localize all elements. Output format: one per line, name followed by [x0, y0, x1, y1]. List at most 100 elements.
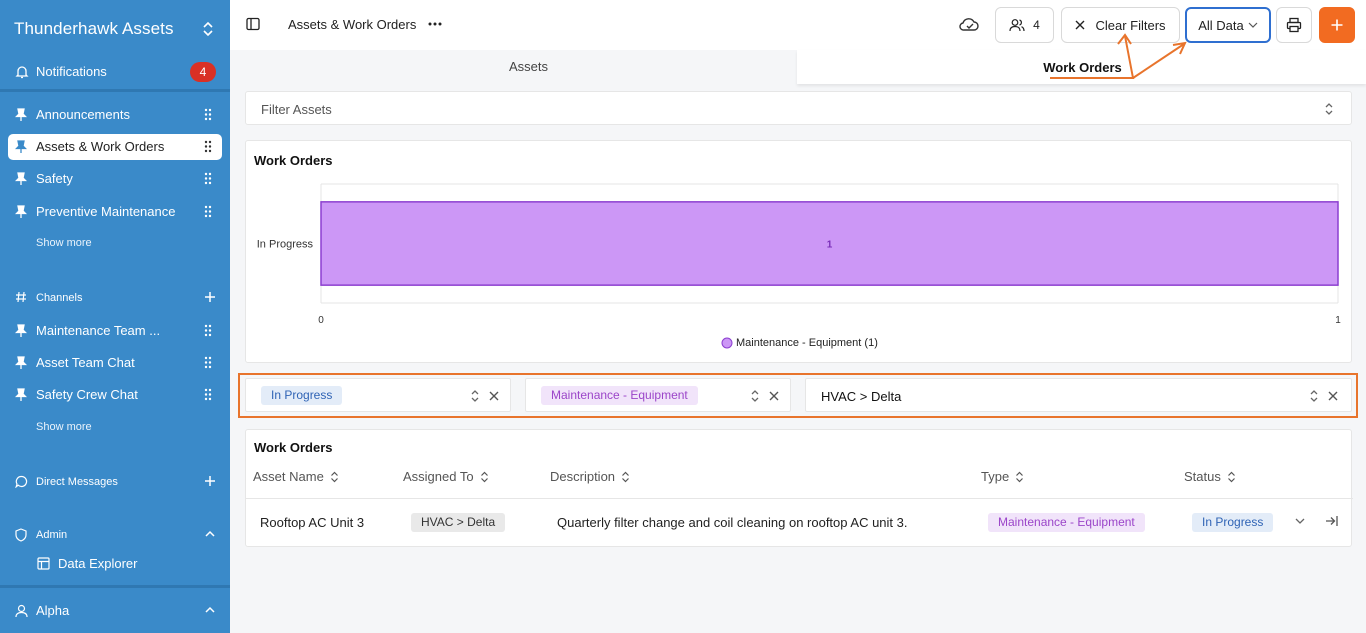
assigned-filter[interactable]: HVAC > Delta	[805, 378, 1352, 412]
chevron-updown-icon	[202, 21, 214, 37]
expand-row-icon[interactable]	[1295, 518, 1305, 525]
show-more-channels[interactable]: Show more	[36, 421, 92, 433]
cloud-sync-icon[interactable]	[958, 15, 980, 35]
cell-description: Quarterly filter change and coil cleanin…	[557, 515, 908, 530]
shield-icon	[15, 528, 27, 542]
drag-handle-icon[interactable]	[204, 324, 212, 337]
column-header-assigned-to[interactable]: Assigned To	[403, 469, 489, 484]
pin-icon	[15, 356, 27, 370]
open-detail-icon[interactable]	[1325, 515, 1338, 527]
chevron-updown-icon[interactable]	[1309, 389, 1319, 403]
sidebar-item-label: Safety	[36, 171, 73, 186]
y-tick-label: In Progress	[257, 239, 314, 251]
close-icon	[1075, 20, 1085, 30]
drag-handle-icon[interactable]	[204, 172, 212, 185]
sidebar-item-asset-team-chat[interactable]: Asset Team Chat	[8, 350, 222, 376]
add-button[interactable]	[1319, 7, 1355, 43]
data-scope-select[interactable]: All Data	[1185, 7, 1271, 43]
sort-icon	[622, 471, 629, 483]
drag-handle-icon[interactable]	[204, 140, 212, 153]
sidebar-item-data-explorer[interactable]: Data Explorer	[30, 551, 220, 577]
users-icon	[1009, 18, 1025, 32]
type-filter[interactable]: Maintenance - Equipment	[525, 378, 791, 412]
status-filter-chip: In Progress	[261, 386, 343, 405]
drag-handle-icon[interactable]	[204, 205, 212, 218]
assigned-filter-value: HVAC > Delta	[821, 389, 902, 404]
print-button[interactable]	[1276, 7, 1312, 43]
clear-filters-button[interactable]: Clear Filters	[1061, 7, 1180, 43]
sidebar-item-label: Preventive Maintenance	[36, 204, 176, 219]
work-orders-chart-card: Work Orders In Progress 1 0 1 Maintenance - …	[245, 140, 1352, 363]
table-icon	[37, 557, 50, 570]
sidebar-item-notifications[interactable]: Notifications 4	[8, 59, 222, 85]
tab-assets[interactable]: Assets	[245, 50, 812, 84]
sort-icon	[330, 471, 338, 483]
show-more-pinned[interactable]: Show more	[36, 237, 92, 249]
table-row[interactable]: Rooftop AC Unit 3 HVAC > Delta Quarterly…	[246, 499, 1351, 545]
tab-work-orders-label: Work Orders	[1043, 60, 1122, 75]
sidebar-toggle-icon[interactable]	[246, 17, 260, 31]
drag-handle-icon[interactable]	[204, 108, 212, 121]
cell-type-chip: Maintenance - Equipment	[988, 513, 1145, 532]
sidebar-item-maintenance-team[interactable]: Maintenance Team ...	[8, 318, 222, 344]
breadcrumb: Assets & Work Orders	[288, 17, 417, 32]
drag-handle-icon[interactable]	[204, 356, 212, 369]
clear-filter-icon[interactable]	[769, 391, 779, 401]
members-button[interactable]: 4	[995, 7, 1054, 43]
column-header-description[interactable]: Description	[550, 469, 630, 484]
column-label: Assigned To	[403, 469, 474, 484]
sidebar-item-announcements[interactable]: Announcements	[8, 102, 222, 128]
divider	[0, 89, 230, 92]
cell-assigned-chip: HVAC > Delta	[411, 513, 506, 532]
direct-messages-header[interactable]: Direct Messages	[8, 469, 222, 495]
filter-assets-select[interactable]: Filter Assets	[245, 91, 1352, 125]
x-tick-label: 1	[1335, 315, 1341, 326]
admin-header[interactable]: Admin	[8, 522, 222, 548]
workspace-name: Thunderhawk Assets	[14, 19, 174, 38]
column-label: Description	[550, 469, 616, 484]
add-channel-icon[interactable]	[204, 291, 216, 303]
channels-header[interactable]: Channels	[8, 285, 222, 311]
sidebar-item-preventive-maintenance[interactable]: Preventive Maintenance	[8, 199, 222, 225]
sidebar-item-safety[interactable]: Safety	[8, 166, 222, 192]
clear-filter-icon[interactable]	[489, 391, 499, 401]
legend-label: Maintenance - Equipment (1)	[736, 337, 878, 349]
column-header-asset-name[interactable]: Asset Name	[253, 469, 339, 484]
type-filter-chip: Maintenance - Equipment	[541, 386, 698, 405]
add-message-icon[interactable]	[204, 475, 216, 487]
column-header-type[interactable]: Type	[981, 469, 1024, 484]
column-header-status[interactable]: Status	[1184, 469, 1236, 484]
chevron-updown-icon[interactable]	[750, 389, 760, 403]
more-options-icon[interactable]	[428, 22, 442, 26]
user-menu[interactable]: Alpha	[8, 598, 222, 624]
sidebar-item-safety-crew-chat[interactable]: Safety Crew Chat	[8, 382, 222, 408]
chevron-down-icon	[1248, 21, 1258, 29]
user-name: Alpha	[36, 603, 70, 618]
admin-label: Admin	[36, 529, 68, 541]
divider	[0, 585, 230, 588]
clear-filter-icon[interactable]	[1328, 391, 1338, 401]
cell-asset-name: Rooftop AC Unit 3	[260, 515, 365, 530]
hash-icon	[15, 291, 27, 303]
table-title: Work Orders	[254, 440, 333, 455]
notification-badge: 4	[190, 62, 216, 82]
clear-filters-label: Clear Filters	[1095, 17, 1166, 33]
plus-icon	[1330, 18, 1344, 32]
chevron-up-icon[interactable]	[204, 604, 216, 616]
column-label: Asset Name	[253, 469, 324, 484]
printer-icon	[1286, 17, 1302, 33]
sort-icon	[1016, 471, 1024, 483]
status-filter[interactable]: In Progress	[245, 378, 511, 412]
sidebar-item-assets-work-orders[interactable]: Assets & Work Orders	[8, 134, 222, 160]
data-scope-value: All Data	[1198, 17, 1244, 33]
chevron-up-icon[interactable]	[204, 528, 216, 540]
sidebar-item-label: Maintenance Team ...	[36, 323, 161, 338]
pin-icon	[15, 205, 27, 219]
sort-icon	[1227, 471, 1235, 483]
workspace-switcher[interactable]: Thunderhawk Assets	[0, 0, 230, 58]
tab-work-orders[interactable]: Work Orders	[797, 50, 1366, 84]
chevron-updown-icon[interactable]	[470, 389, 480, 403]
drag-handle-icon[interactable]	[204, 388, 212, 401]
pin-icon	[15, 172, 27, 186]
user-icon	[15, 604, 28, 618]
